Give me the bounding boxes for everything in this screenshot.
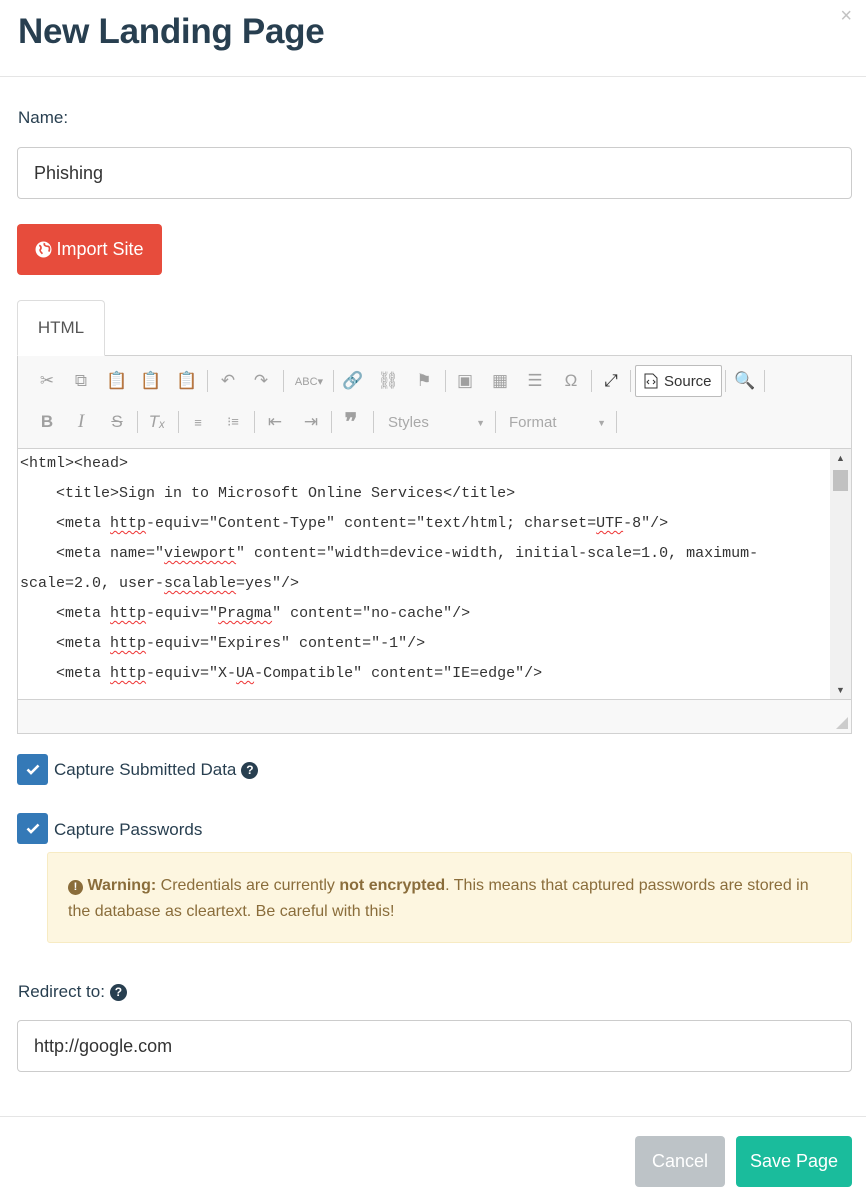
editor-status-bar	[18, 699, 851, 733]
cut-icon[interactable]: ✂	[36, 370, 58, 392]
toolbar-separator	[333, 370, 334, 392]
toolbar-separator	[630, 370, 631, 392]
code-line: <meta name="viewport" content="width=dev…	[20, 545, 759, 562]
checkmark-icon	[26, 823, 39, 834]
code-line: <meta http-equiv="Content-Type" content=…	[20, 515, 669, 532]
code-line: scale=2.0, user-scalable=yes"/>	[20, 575, 300, 592]
tab-html[interactable]: HTML	[17, 300, 105, 356]
name-input[interactable]: Phishing	[17, 147, 852, 199]
table-icon[interactable]: ▦	[489, 370, 511, 392]
resize-handle-icon[interactable]	[836, 717, 848, 729]
toolbar-separator	[495, 411, 496, 433]
toolbar-separator	[178, 411, 179, 433]
spellcheck-icon[interactable]: ABC▾	[293, 370, 325, 392]
outdent-icon[interactable]: ⇤	[264, 411, 286, 433]
chevron-down-icon: ▼	[597, 417, 606, 428]
code-editor-area[interactable]: <html><head> <title>Sign in to Microsoft…	[18, 449, 830, 699]
scroll-up-icon[interactable]: ▲	[830, 449, 851, 467]
exclamation-circle-icon: !	[68, 879, 83, 895]
paste-word-icon[interactable]: 📋	[176, 370, 198, 392]
bold-icon[interactable]: B	[36, 411, 58, 433]
format-dropdown[interactable]: Format ▼	[505, 409, 610, 436]
code-line: <meta http-equiv="Pragma" content="no-ca…	[20, 605, 471, 622]
bulleted-list-icon[interactable]: ⁝≡	[222, 411, 244, 433]
remove-format-icon[interactable]: Tₓ	[146, 411, 168, 433]
scroll-down-icon[interactable]: ▼	[830, 681, 851, 699]
blockquote-icon[interactable]: ❞	[340, 409, 362, 436]
maximize-icon[interactable]: ⤢	[600, 370, 622, 392]
close-icon[interactable]: ×	[840, 4, 852, 28]
strikethrough-icon[interactable]: S	[106, 411, 128, 433]
redirect-input[interactable]: http://google.com	[17, 1020, 852, 1072]
paste-icon[interactable]: 📋	[106, 370, 128, 392]
code-line: <title>Sign in to Microsoft Online Servi…	[20, 485, 516, 502]
scrollbar-thumb[interactable]	[833, 470, 848, 491]
preview-icon[interactable]: 🔍	[734, 370, 756, 392]
cancel-button[interactable]: Cancel	[635, 1136, 725, 1187]
toolbar-separator	[254, 411, 255, 433]
styles-dropdown[interactable]: Styles ▼	[384, 409, 489, 436]
editor-toolbar: ✂ ⧉ 📋 📋 📋 ↶ ↷ ABC▾ 🔗 ⛓ ⚑ ▣ ▦ ☰ Ω ⤢ Sourc	[18, 356, 851, 449]
code-line: <meta http-equiv="X-UA-Compatible" conte…	[20, 665, 543, 682]
toolbar-separator	[283, 370, 284, 392]
help-icon[interactable]: ?	[109, 983, 127, 1001]
toolbar-separator	[445, 370, 446, 392]
source-icon	[644, 373, 658, 389]
code-line: <meta http-equiv="Expires" content="-1"/…	[20, 635, 426, 652]
italic-icon[interactable]: I	[70, 411, 92, 433]
special-char-icon[interactable]: Ω	[560, 370, 582, 392]
capture-passwords-label: Capture Passwords	[54, 820, 203, 839]
toolbar-separator	[373, 411, 374, 433]
toolbar-separator	[725, 370, 726, 392]
modal-title: New Landing Page	[18, 12, 325, 51]
globe-icon	[36, 241, 52, 258]
capture-data-text: Capture Submitted Data	[54, 760, 237, 779]
html-editor: ✂ ⧉ 📋 📋 📋 ↶ ↷ ABC▾ 🔗 ⛓ ⚑ ▣ ▦ ☰ Ω ⤢ Sourc	[17, 355, 852, 734]
toolbar-separator	[137, 411, 138, 433]
indent-icon[interactable]: ⇥	[300, 411, 322, 433]
code-line: <html><head>	[20, 455, 129, 472]
source-button[interactable]: Source	[635, 365, 722, 397]
horizontal-line-icon[interactable]: ☰	[524, 370, 546, 392]
modal-header: New Landing Page ×	[0, 0, 866, 77]
anchor-flag-icon[interactable]: ⚑	[413, 370, 435, 392]
toolbar-separator	[616, 411, 617, 433]
help-icon[interactable]: ?	[241, 761, 259, 779]
warning-prefix: Warning:	[87, 877, 157, 894]
checkmark-icon	[26, 764, 39, 775]
chevron-down-icon: ▼	[476, 417, 485, 428]
redirect-label-text: Redirect to:	[18, 982, 105, 1001]
redirect-label: Redirect to: ?	[18, 982, 127, 1002]
numbered-list-icon[interactable]: ≡	[187, 411, 209, 433]
format-label: Format	[509, 414, 557, 431]
capture-data-label: Capture Submitted Data ?	[54, 760, 259, 780]
save-page-button[interactable]: Save Page	[736, 1136, 852, 1187]
image-icon[interactable]: ▣	[454, 370, 476, 392]
warning-bold: not encrypted	[339, 877, 446, 894]
toolbar-separator	[764, 370, 765, 392]
capture-data-checkbox[interactable]	[17, 754, 48, 785]
capture-passwords-checkbox[interactable]	[17, 813, 48, 844]
copy-icon[interactable]: ⧉	[70, 370, 92, 392]
code-scrollbar[interactable]: ▲ ▼	[830, 449, 851, 699]
unlink-icon[interactable]: ⛓	[377, 370, 399, 392]
name-label: Name:	[18, 108, 69, 127]
toolbar-separator	[207, 370, 208, 392]
new-landing-page-modal: New Landing Page × Name: Phishing Import…	[0, 0, 866, 1204]
warning-alert: ! Warning: Credentials are currently not…	[47, 852, 852, 943]
paste-text-icon[interactable]: 📋	[140, 370, 162, 392]
redo-icon[interactable]: ↷	[250, 370, 272, 392]
source-label: Source	[664, 372, 712, 390]
import-site-button[interactable]: Import Site	[17, 224, 162, 275]
warning-text-before: Credentials are currently	[156, 877, 340, 894]
styles-label: Styles	[388, 414, 429, 431]
link-icon[interactable]: 🔗	[342, 370, 364, 392]
toolbar-separator	[591, 370, 592, 392]
import-site-label: Import Site	[56, 239, 144, 259]
toolbar-separator	[331, 411, 332, 433]
undo-icon[interactable]: ↶	[217, 370, 239, 392]
